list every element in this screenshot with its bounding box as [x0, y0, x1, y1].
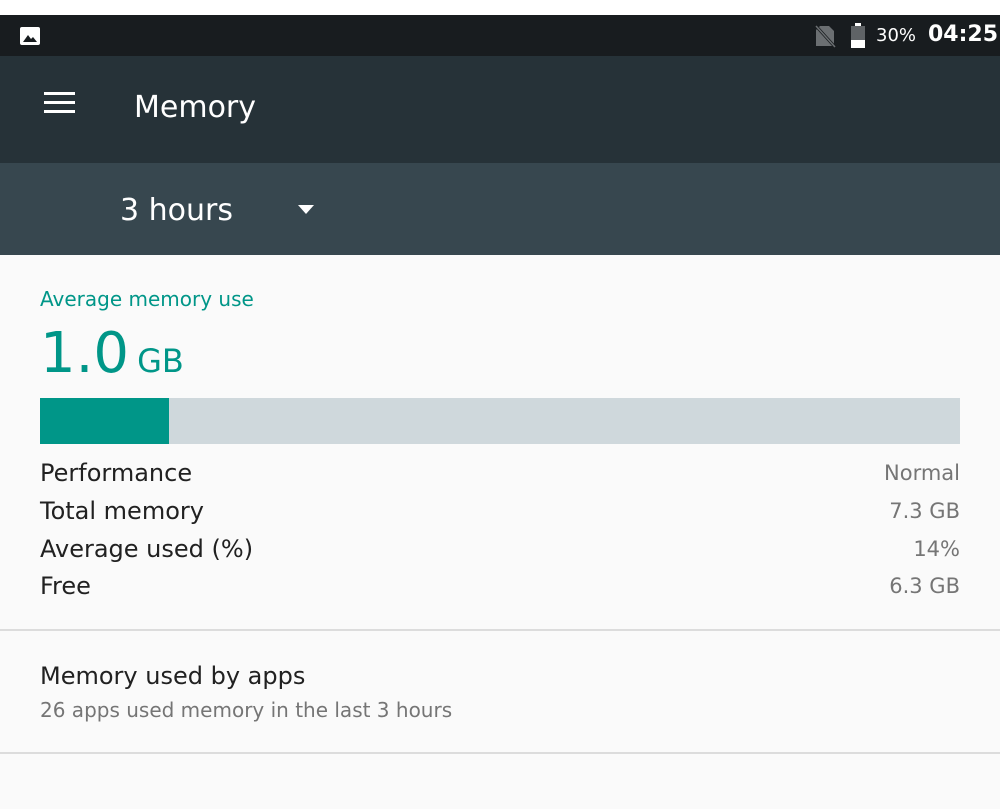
clock: 04:25	[928, 22, 999, 47]
average-memory-number: 1.0	[40, 321, 130, 386]
status-bar: 30% 04:25	[0, 15, 1000, 56]
memory-used-by-apps-item[interactable]: Memory used by apps 26 apps used memory …	[0, 632, 1000, 752]
stat-label: Free	[40, 572, 91, 600]
dropdown-caret-icon	[298, 205, 314, 214]
stat-value: Normal	[884, 461, 960, 485]
memory-usage-bar-fill	[40, 398, 169, 444]
stat-row-average-used: Average used (%) 14%	[40, 535, 960, 571]
divider	[0, 752, 1000, 754]
stat-label: Total memory	[40, 497, 204, 525]
stat-row-total-memory: Total memory 7.3 GB	[40, 497, 960, 533]
no-sim-icon	[814, 24, 836, 48]
stat-row-performance: Performance Normal	[40, 459, 960, 495]
stat-label: Average used (%)	[40, 535, 254, 563]
period-toolbar: 3 hours	[0, 163, 1000, 255]
menu-icon[interactable]	[44, 92, 75, 114]
list-item-subtitle: 26 apps used memory in the last 3 hours	[40, 698, 453, 722]
stat-label: Performance	[40, 459, 193, 487]
memory-usage-bar	[40, 398, 960, 444]
top-margin	[0, 0, 1000, 15]
battery-percentage: 30%	[876, 25, 917, 46]
list-item-title: Memory used by apps	[40, 662, 306, 690]
page-title: Memory	[134, 90, 257, 125]
gallery-icon	[20, 27, 40, 45]
average-memory-unit: GB	[137, 342, 184, 380]
average-memory-label: Average memory use	[40, 287, 254, 311]
stat-row-free: Free 6.3 GB	[40, 572, 960, 608]
memory-content: Average memory use 1.0 GB Performance Nor…	[0, 255, 1000, 809]
app-bar: Memory	[0, 56, 1000, 163]
stat-value: 14%	[913, 537, 960, 561]
battery-icon	[851, 23, 865, 48]
screen: 30% 04:25 Memory 3 hours Average memory …	[0, 0, 1000, 809]
divider	[0, 629, 1000, 631]
stat-value: 6.3 GB	[889, 574, 960, 598]
period-spinner-value: 3 hours	[120, 193, 233, 228]
average-memory-value: 1.0 GB	[40, 321, 184, 386]
period-spinner[interactable]: 3 hours	[110, 181, 340, 237]
stat-value: 7.3 GB	[889, 499, 960, 523]
